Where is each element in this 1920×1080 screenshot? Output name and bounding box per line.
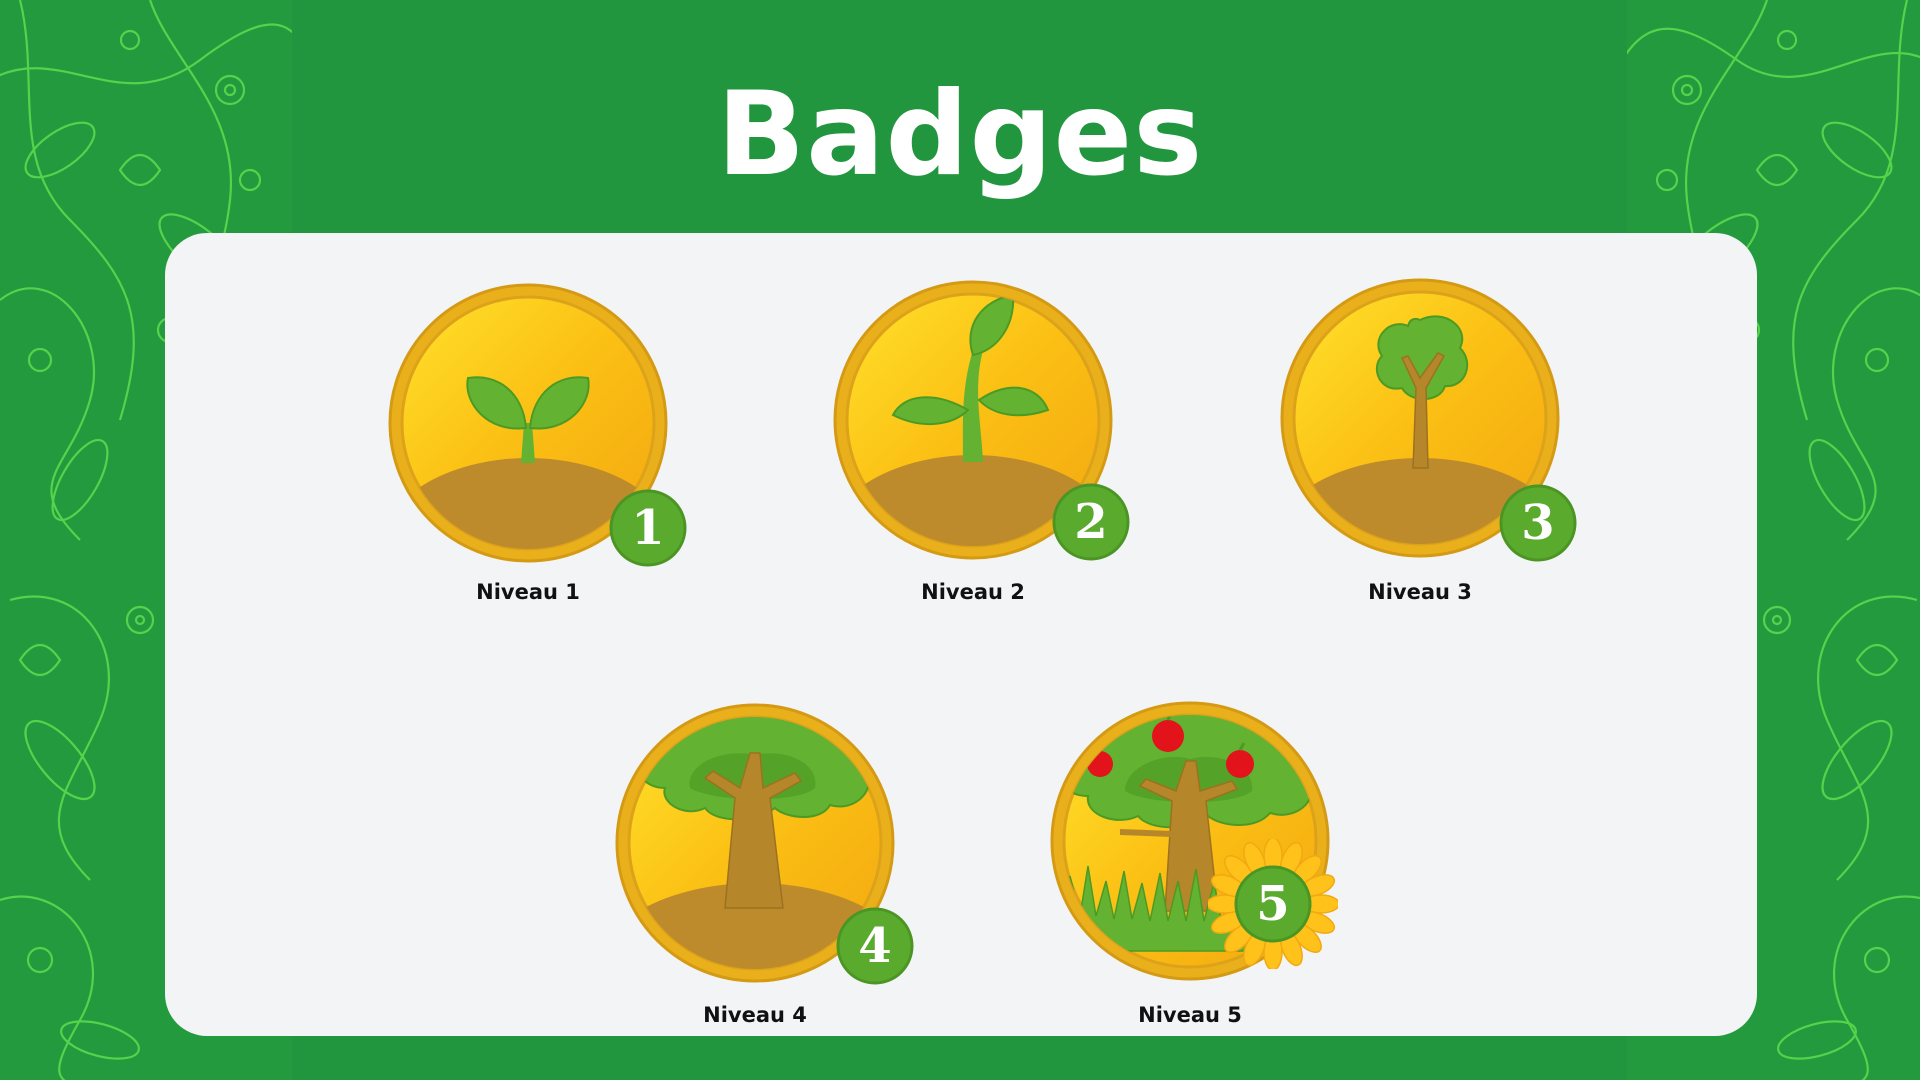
badge-label: Niveau 4 — [703, 1003, 807, 1027]
level-number: 3 — [1521, 495, 1555, 551]
level-number: 4 — [858, 918, 892, 974]
badges-screen: Badges 1 Niveau 1 2 Niveau 2 3 Niveau 3 … — [0, 0, 1920, 1080]
badge-label: Niveau 3 — [1368, 580, 1472, 604]
badge-label: Niveau 5 — [1138, 1003, 1242, 1027]
badge-label: Niveau 1 — [476, 580, 580, 604]
badge-level-3[interactable]: 3 Niveau 3 — [1270, 268, 1577, 628]
page-title: Badges — [716, 67, 1204, 202]
level-number: 2 — [1074, 494, 1108, 550]
badge-level-5[interactable]: 5 Niveau 5 — [1040, 691, 1340, 1051]
badge-label: Niveau 2 — [921, 580, 1025, 604]
badge-level-4[interactable]: 4 Niveau 4 — [605, 693, 914, 1053]
badge-level-2[interactable]: 2 Niveau 2 — [823, 270, 1130, 630]
level-number: 1 — [631, 500, 665, 556]
badge-level-1[interactable]: 1 Niveau 1 — [378, 273, 687, 633]
badges-panel: 1 Niveau 1 2 Niveau 2 3 Niveau 3 4 Nivea… — [165, 233, 1757, 1036]
level-number: 5 — [1256, 876, 1290, 932]
